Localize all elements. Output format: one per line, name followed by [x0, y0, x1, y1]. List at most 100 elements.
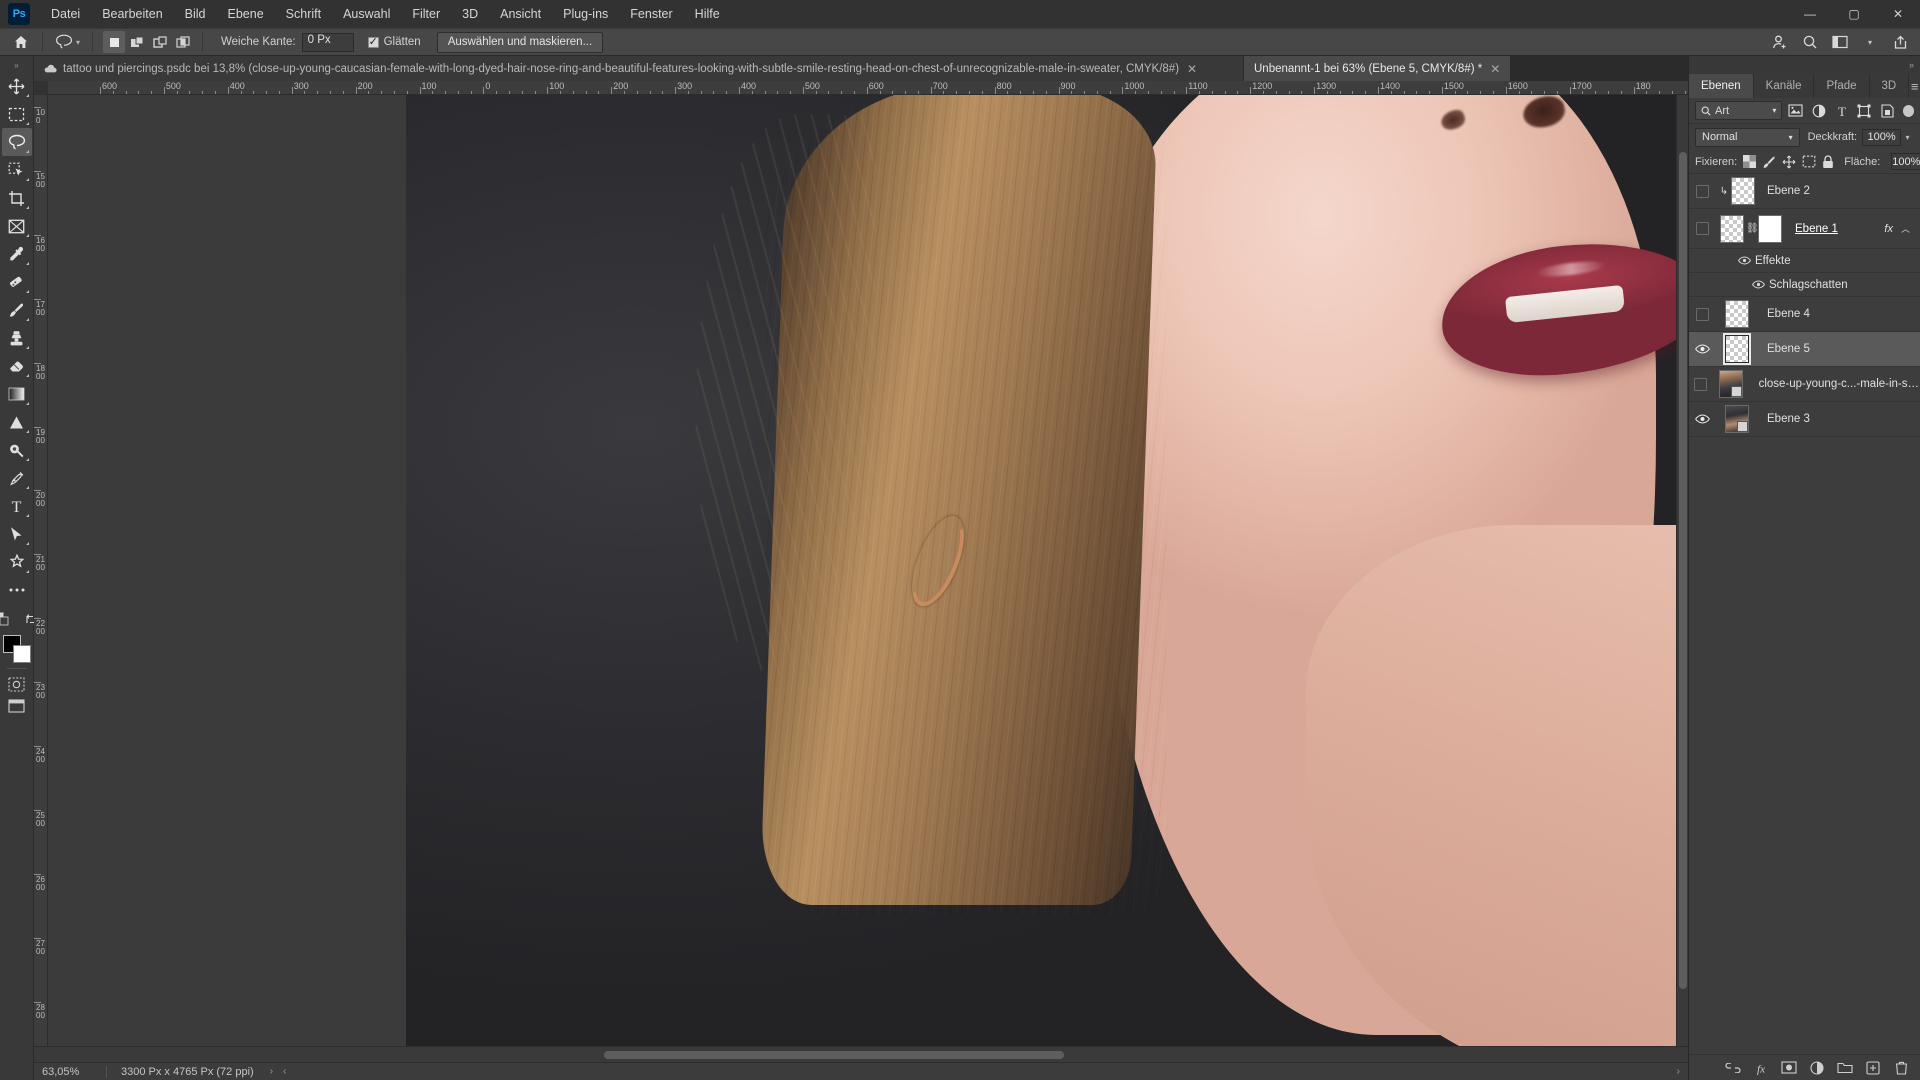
layer-list[interactable]: ↳ Ebene 2 ⛓ Ebene 1 fx ︿ Effekte Schlags…	[1689, 174, 1920, 1054]
chevron-up-icon[interactable]: ︿	[1901, 222, 1910, 235]
layer-thumbnail-cell[interactable]	[1715, 402, 1759, 437]
menu-ansicht[interactable]: Ansicht	[489, 3, 552, 25]
document-image[interactable]	[406, 95, 1688, 1046]
maximize-button[interactable]: ▢	[1832, 0, 1876, 28]
menu-3d[interactable]: 3D	[451, 3, 489, 25]
table-row[interactable]: Ebene 3	[1689, 402, 1920, 437]
list-item[interactable]: Effekte	[1689, 249, 1920, 273]
share-icon[interactable]	[1886, 30, 1914, 54]
default-colors-icon[interactable]	[0, 608, 15, 630]
background-color-swatch[interactable]	[12, 645, 31, 663]
vertical-ruler[interactable]: 100 1500 1600 1700 1800 1900 2000 2100 2200 2300 2…	[34, 95, 48, 1046]
canvas-vertical-scrollbar[interactable]	[1676, 95, 1688, 1046]
menu-hilfe[interactable]: Hilfe	[684, 3, 731, 25]
table-row[interactable]: Ebene 4	[1689, 297, 1920, 332]
tab-kanaele[interactable]: Kanäle	[1753, 74, 1815, 98]
chevron-down-icon[interactable]: ▾	[1772, 106, 1776, 115]
zoom-level[interactable]: 63,05%	[34, 1066, 106, 1078]
effect-label[interactable]: Schlagschatten	[1769, 279, 1848, 291]
path-selection-tool[interactable]	[2, 520, 32, 548]
tab-pfade[interactable]: Pfade	[1814, 74, 1870, 98]
crop-tool[interactable]	[2, 184, 32, 212]
chevron-down-icon[interactable]: ▾	[1856, 30, 1884, 54]
blend-mode-select[interactable]: Normal ▾	[1695, 127, 1800, 147]
lock-image-icon[interactable]	[1762, 153, 1776, 171]
fill-value[interactable]: 100%	[1891, 153, 1920, 170]
antialias-checkbox[interactable]: Glätten	[367, 35, 421, 49]
tab-3d[interactable]: 3D	[1869, 74, 1910, 98]
layer-thumbnail-cell[interactable]: ⛓	[1715, 211, 1787, 246]
table-row[interactable]: ↳ Ebene 2	[1689, 174, 1920, 209]
new-layer-icon[interactable]	[1864, 1059, 1882, 1077]
layer-thumbnail-cell[interactable]	[1712, 367, 1751, 402]
table-row[interactable]: close-up-young-c...-male-in-sweater	[1689, 367, 1920, 402]
layer-filter-kind-select[interactable]: Art ▾	[1695, 101, 1783, 120]
menu-bearbeiten[interactable]: Bearbeiten	[91, 3, 173, 25]
horizontal-ruler[interactable]: 600 500 400 300 200 100 0 100 200 300 400 500 600 700…	[48, 81, 1688, 95]
canvas-horizontal-scrollbar[interactable]	[34, 1046, 1688, 1062]
healing-brush-tool[interactable]	[2, 268, 32, 296]
intersect-selection-button[interactable]	[172, 31, 194, 53]
home-icon[interactable]	[8, 31, 34, 53]
effects-group-label[interactable]: Effekte	[1755, 255, 1791, 267]
menu-auswahl[interactable]: Auswahl	[332, 3, 401, 25]
smart-object-filter-icon[interactable]	[1878, 101, 1897, 121]
lock-position-icon[interactable]	[1782, 153, 1796, 171]
screen-mode-icon[interactable]	[4, 695, 30, 717]
layer-thumbnail[interactable]	[1719, 370, 1744, 398]
layer-style-icon[interactable]: fx	[1752, 1059, 1770, 1077]
color-swatches[interactable]	[2, 634, 32, 664]
checkbox-box[interactable]	[367, 35, 379, 49]
custom-shape-tool[interactable]	[2, 548, 32, 576]
new-group-icon[interactable]	[1836, 1059, 1854, 1077]
lock-transparency-icon[interactable]	[1743, 153, 1757, 171]
lasso-tool[interactable]	[1, 128, 32, 156]
lock-artboard-icon[interactable]	[1802, 153, 1816, 171]
close-icon[interactable]: ✕	[1187, 62, 1197, 76]
eraser-tool[interactable]	[2, 352, 32, 380]
table-row[interactable]: Ebene 5	[1689, 332, 1920, 367]
layer-thumbnail[interactable]	[1731, 177, 1755, 205]
feather-input[interactable]: 0 Px	[301, 32, 354, 52]
layer-name[interactable]: Ebene 4	[1759, 308, 1920, 320]
document-tab-2[interactable]: Unbenannt-1 bei 63% (Ebene 5, CMYK/8#) *…	[1244, 56, 1512, 81]
menu-plugins[interactable]: Plug-ins	[552, 3, 619, 25]
new-selection-button[interactable]	[103, 31, 126, 53]
close-icon[interactable]: ✕	[1490, 62, 1500, 76]
layer-visibility-toggle[interactable]	[1689, 402, 1715, 437]
layer-thumbnail[interactable]	[1725, 300, 1749, 328]
menu-datei[interactable]: Datei	[40, 3, 91, 25]
shape-filter-icon[interactable]	[1855, 101, 1874, 121]
scrollbar-thumb[interactable]	[604, 1051, 1064, 1059]
hamburger-menu-icon[interactable]: ≡	[1909, 74, 1920, 98]
gradient-tool[interactable]	[2, 380, 32, 408]
edit-toolbar-more-dots-icon[interactable]	[2, 576, 32, 604]
user-add-icon[interactable]	[1766, 30, 1794, 54]
type-filter-icon[interactable]: T	[1832, 101, 1851, 121]
pixel-filter-icon[interactable]	[1786, 101, 1805, 121]
layer-name[interactable]: Ebene 3	[1759, 413, 1920, 425]
search-icon[interactable]	[1796, 30, 1824, 54]
status-arrow-right-icon[interactable]: ›	[270, 1066, 273, 1077]
adjustment-filter-icon[interactable]	[1809, 101, 1828, 121]
dodge-tool[interactable]	[2, 436, 32, 464]
image-canvas[interactable]	[48, 95, 1688, 1046]
menu-filter[interactable]: Filter	[401, 3, 451, 25]
status-arrow-left-icon[interactable]: ‹	[283, 1066, 286, 1077]
frame-tool[interactable]	[2, 212, 32, 240]
list-item[interactable]: Schlagschatten	[1689, 273, 1920, 297]
layer-visibility-toggle[interactable]	[1689, 367, 1712, 402]
eye-off-icon[interactable]	[1695, 222, 1709, 235]
add-to-selection-button[interactable]	[126, 31, 148, 53]
minimize-button[interactable]: —	[1788, 0, 1832, 28]
expand-panels-icon[interactable]: »	[1689, 56, 1920, 74]
layer-name[interactable]: Ebene 2	[1759, 185, 1920, 197]
close-button[interactable]: ✕	[1876, 0, 1920, 28]
subtract-from-selection-button[interactable]	[149, 31, 171, 53]
collapse-toolbar-icon[interactable]: »	[0, 58, 33, 72]
chevron-down-icon[interactable]: ▾	[1901, 133, 1914, 142]
layer-fx-icon[interactable]: fx	[1884, 223, 1893, 235]
document-tab-1[interactable]: tattoo und piercings.psdc bei 13,8% (clo…	[34, 56, 1244, 81]
layer-name[interactable]: Ebene 5	[1759, 343, 1920, 355]
layer-visibility-toggle[interactable]	[1689, 211, 1715, 246]
